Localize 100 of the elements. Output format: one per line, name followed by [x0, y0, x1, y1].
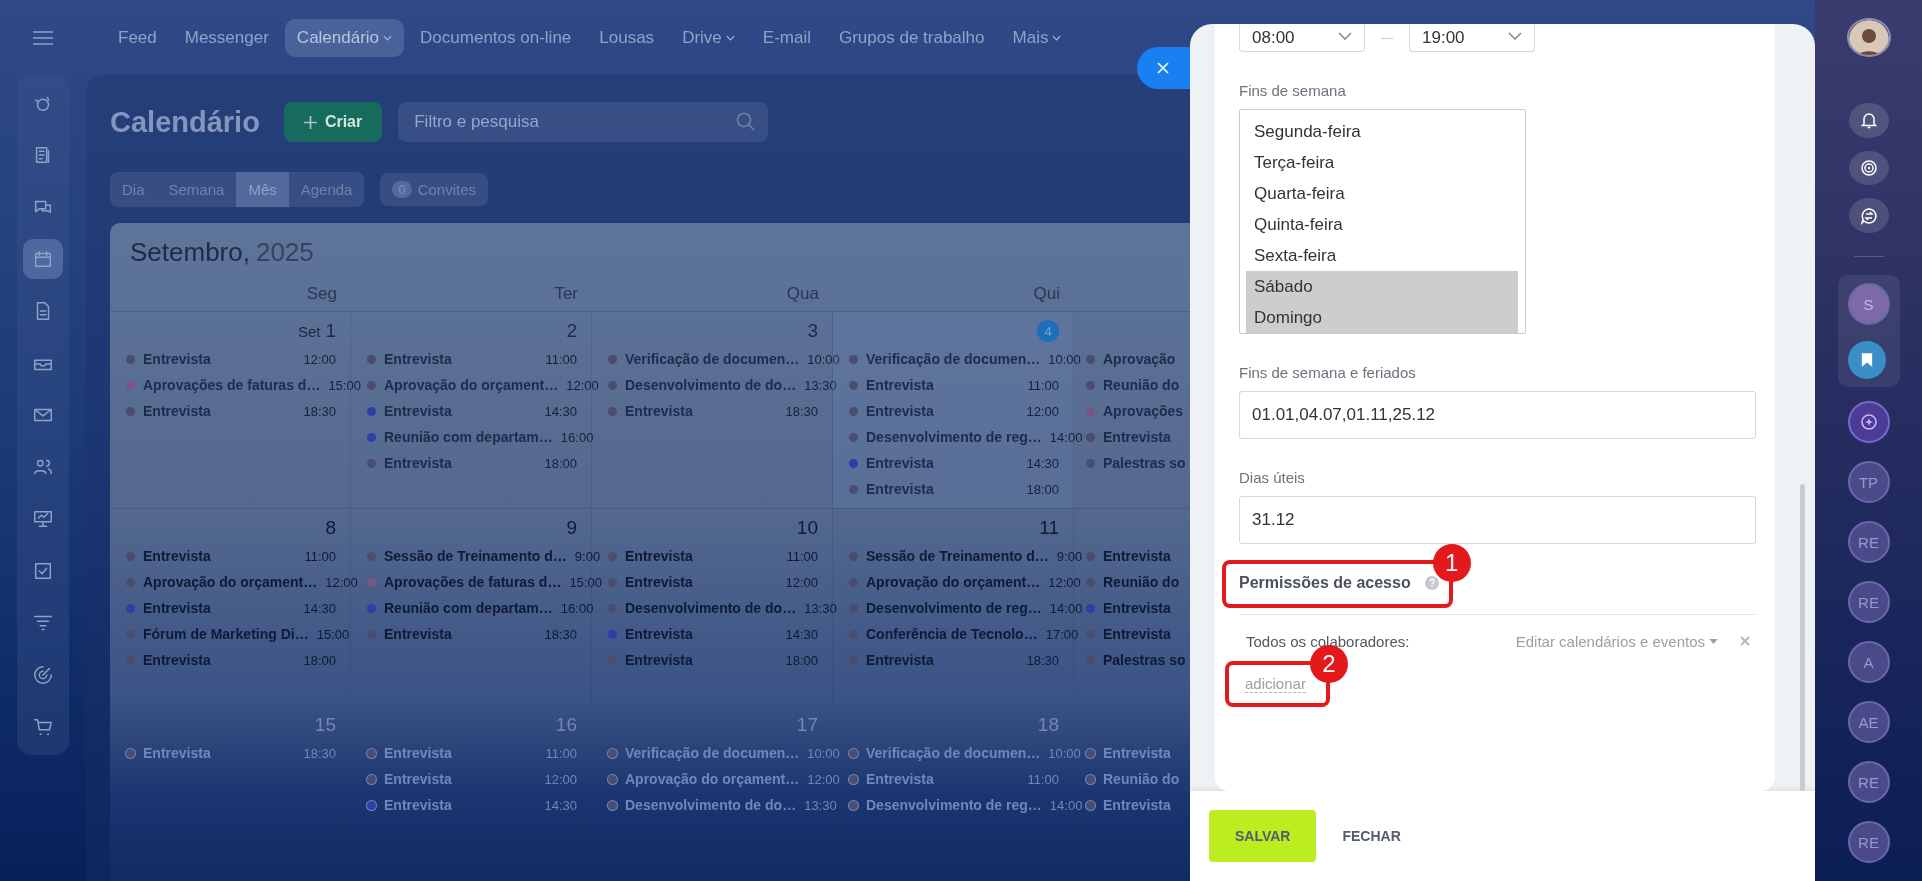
event-title[interactable]: Entrevista	[866, 771, 1020, 787]
scrollbar[interactable]	[1800, 484, 1805, 791]
input-field[interactable]: 01.01,04.07,01.11,25.12	[1239, 391, 1756, 439]
event-title[interactable]: Reunião do	[1103, 771, 1180, 787]
avatar[interactable]	[1846, 18, 1891, 57]
notification-icon[interactable]	[1848, 102, 1889, 138]
event-title[interactable]: Sessão de Treinamento d…	[866, 548, 1049, 564]
event-title[interactable]: Desenvolvimento de reg…	[866, 797, 1042, 813]
event-title[interactable]: Entrevista	[866, 481, 1019, 497]
event-title[interactable]: Entrevista	[384, 745, 538, 761]
event-title[interactable]: Verificação de documen…	[866, 351, 1041, 367]
event-title[interactable]: Entrevista	[1103, 797, 1171, 813]
event-title[interactable]: Desenvolvimento de do…	[625, 377, 797, 393]
event-title[interactable]: Entrevista	[625, 626, 778, 642]
list-option[interactable]: Sábado	[1246, 271, 1518, 302]
event-title[interactable]: Conferência de Tecnolo…	[866, 626, 1038, 642]
event-title[interactable]: Aprovações de faturas d…	[143, 377, 321, 393]
event-title[interactable]: Fórum de Marketing Di…	[143, 626, 309, 642]
event-title[interactable]: Verificação de documen…	[625, 745, 800, 761]
event-title[interactable]: Entrevista	[384, 455, 537, 471]
event-title[interactable]: Desenvolvimento de reg…	[866, 429, 1042, 445]
nav-tab[interactable]: Calendário	[284, 18, 405, 57]
save-button[interactable]: SALVAR	[1209, 810, 1317, 862]
input-field[interactable]: 31.12	[1239, 496, 1756, 544]
nav-tab[interactable]: E-mail	[750, 18, 823, 57]
event-title[interactable]: Desenvolvimento de reg…	[866, 600, 1042, 616]
chat-avatar[interactable]: RE	[1847, 521, 1890, 563]
weekday-listbox[interactable]: Segunda-feira Terça-feira Quarta-feira Quinta-feira Sexta-feira Sábado Domingo	[1239, 109, 1526, 334]
event-title[interactable]: Reunião com departam…	[384, 429, 553, 445]
list-option[interactable]: Domingo	[1246, 302, 1518, 333]
event-title[interactable]: Aprovação	[1103, 351, 1176, 367]
bookmark-icon[interactable]	[1847, 341, 1886, 379]
nav-tab[interactable]: Messenger	[172, 18, 281, 57]
event-title[interactable]: Entrevista	[143, 652, 296, 668]
time-select[interactable]: 19:00	[1409, 24, 1535, 52]
invites-link[interactable]: Convites	[417, 180, 477, 198]
list-option[interactable]: Quinta-feira	[1246, 209, 1518, 240]
nav-tab[interactable]: Drive	[670, 18, 747, 57]
event-title[interactable]: Aprovação do orçament…	[866, 574, 1041, 590]
chat-avatar[interactable]: RE	[1847, 821, 1890, 863]
chat-avatar[interactable]: S	[1847, 283, 1890, 325]
nav-tab[interactable]: Feed	[106, 18, 169, 57]
time-select[interactable]: 08:00	[1239, 24, 1365, 52]
menu-icon[interactable]	[33, 31, 53, 45]
event-title[interactable]: Entrevista	[866, 403, 1019, 419]
access-dropdown[interactable]: Editar calendários e eventos	[1515, 632, 1718, 650]
event-title[interactable]: Aprovações	[1103, 403, 1184, 419]
nav-tab[interactable]: Documentos on-line	[408, 18, 584, 57]
event-title[interactable]: Entrevista	[384, 403, 537, 419]
create-button[interactable]: Criar	[283, 102, 383, 142]
event-title[interactable]: Entrevista	[866, 377, 1020, 393]
event-title[interactable]: Palestras so	[1103, 652, 1186, 668]
chat-avatar[interactable]: AE	[1847, 701, 1890, 743]
event-title[interactable]: Aprovação do orçament…	[143, 574, 318, 590]
event-title[interactable]: Aprovação do orçament…	[625, 771, 800, 787]
event-title[interactable]: Entrevista	[384, 797, 537, 813]
event-title[interactable]: Verificação de documen…	[866, 745, 1041, 761]
event-title[interactable]: Reunião com departam…	[384, 600, 553, 616]
event-title[interactable]: Palestras so	[1103, 455, 1186, 471]
view-tab[interactable]: Dia	[110, 171, 157, 207]
event-title[interactable]: Entrevista	[625, 548, 779, 564]
chat-avatar[interactable]: TP	[1847, 461, 1890, 503]
event-title[interactable]: Entrevista	[866, 652, 1019, 668]
event-title[interactable]: Entrevista	[1103, 600, 1171, 616]
event-title[interactable]: Reunião do	[1103, 574, 1180, 590]
event-title[interactable]: Entrevista	[384, 626, 537, 642]
event-title[interactable]: Entrevista	[1103, 429, 1171, 445]
list-option[interactable]: Segunda-feira	[1246, 116, 1518, 147]
close-link[interactable]: FECHAR	[1336, 827, 1407, 845]
view-tab[interactable]: Mês	[236, 171, 289, 207]
event-title[interactable]: Aprovações de faturas d…	[384, 574, 562, 590]
event-title[interactable]: Entrevista	[625, 652, 778, 668]
event-title[interactable]: Entrevista	[866, 455, 1019, 471]
view-tab[interactable]: Agenda	[288, 171, 365, 207]
event-title[interactable]: Entrevista	[143, 745, 296, 761]
event-title[interactable]: Entrevista	[1103, 548, 1171, 564]
chat-avatar[interactable]: RE	[1847, 761, 1890, 803]
nav-tab[interactable]: Lousas	[587, 18, 667, 57]
nav-tab[interactable]: Mais	[1000, 18, 1074, 57]
assistant-icon[interactable]	[1847, 401, 1890, 443]
event-title[interactable]: Entrevista	[625, 574, 778, 590]
event-title[interactable]: Reunião do	[1103, 377, 1180, 393]
event-title[interactable]: Entrevista	[1103, 745, 1171, 761]
nav-tab[interactable]: Grupos de trabalho	[826, 18, 997, 57]
event-title[interactable]: Entrevista	[143, 600, 296, 616]
event-title[interactable]: Entrevista	[625, 403, 778, 419]
event-title[interactable]: Entrevista	[143, 548, 297, 564]
list-option[interactable]: Sexta-feira	[1246, 240, 1518, 271]
event-title[interactable]: Verificação de documen…	[625, 351, 800, 367]
event-title[interactable]: Entrevista	[143, 403, 296, 419]
chat-sync-icon[interactable]	[1848, 198, 1889, 234]
event-title[interactable]: Sessão de Treinamento d…	[384, 548, 567, 564]
close-button[interactable]	[1137, 47, 1190, 89]
chat-avatar[interactable]: A	[1847, 641, 1890, 683]
event-title[interactable]: Entrevista	[1103, 626, 1171, 642]
calendar-icon[interactable]	[23, 239, 63, 279]
event-title[interactable]: Entrevista	[143, 351, 296, 367]
event-title[interactable]: Entrevista	[384, 351, 538, 367]
event-title[interactable]: Entrevista	[384, 771, 537, 787]
event-title[interactable]: Aprovação do orçament…	[384, 377, 559, 393]
